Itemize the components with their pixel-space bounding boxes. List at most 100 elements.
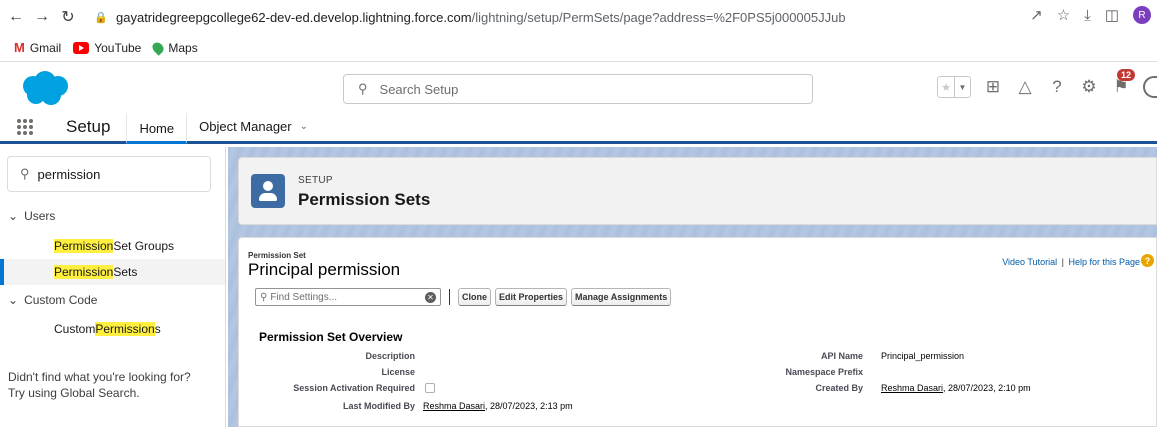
search-placeholder: Search Setup (379, 81, 459, 97)
browser-actions: ↗ ☆ ⤓ ◫ R (1030, 6, 1151, 24)
search-icon: ⚲ (20, 166, 30, 181)
search-highlight: Permission (54, 239, 114, 253)
chevron-down-icon[interactable]: ⌄ (300, 121, 308, 132)
toolbar-divider (449, 289, 450, 305)
created-by-label: Created By (815, 383, 863, 393)
api-name-value: Principal_permission (881, 351, 965, 361)
favorite-star-icon[interactable]: ★ (938, 77, 954, 97)
search-icon: ⚲ (358, 81, 368, 96)
video-tutorial-link[interactable]: Video Tutorial (1002, 257, 1057, 267)
chevron-down-icon: ⌄ (8, 293, 19, 307)
back-arrow-icon[interactable]: ← (6, 7, 26, 27)
main-content: SETUP Permission Sets Permission Set Pri… (228, 147, 1157, 427)
sidebar-item-permission-sets[interactable]: Permission Sets (0, 259, 225, 285)
tab-object-manager[interactable]: Object Manager ⌄ (187, 112, 320, 141)
last-modified-value: Reshma Dasari, 28/07/2023, 2:13 pm (423, 401, 573, 411)
chevron-down-icon: ⌄ (8, 209, 19, 223)
find-settings-input[interactable]: ⚲ Find Settings... ✕ (255, 288, 441, 306)
trailhead-icon[interactable]: △ (1015, 77, 1035, 97)
bookmark-gmail[interactable]: M Gmail (14, 40, 61, 55)
created-by-date: , 28/07/2023, 2:10 pm (943, 383, 1031, 393)
tab-home[interactable]: Home (126, 112, 188, 144)
link-separator: | (1061, 257, 1064, 267)
not-found-line: Try using Global Search. (8, 386, 140, 400)
user-icon (251, 174, 285, 208)
gmail-icon: M (14, 40, 25, 55)
license-label: License (381, 367, 415, 377)
setup-sidebar: ⚲ permission ⌄ Users Permission Set Grou… (0, 147, 226, 427)
bookmark-label: Maps (168, 40, 198, 55)
tab-label: Object Manager (199, 119, 292, 134)
profile-avatar[interactable]: R (1133, 6, 1151, 24)
help-question-icon[interactable]: ? (1141, 254, 1154, 267)
overview-section-title: Permission Set Overview (259, 330, 403, 344)
record-type-label: Permission Set (248, 251, 306, 260)
side-panel-icon[interactable]: ◫ (1105, 6, 1119, 24)
page-title: Permission Sets (298, 190, 431, 209)
favorites-group[interactable]: ★ ▼ (937, 76, 971, 98)
notifications-bell-icon[interactable]: ⚑ 12 (1111, 69, 1136, 97)
help-icon[interactable]: ? (1047, 77, 1067, 97)
record-title: Principal permission (248, 260, 401, 279)
header-utility-icons: ★ ▼ ⊞ △ ? ⚙ ⚑ 12 (937, 69, 1157, 98)
address-bar[interactable]: 🔒 gayatridegreepgcollege62-dev-ed.develo… (90, 4, 1110, 30)
reload-icon[interactable]: ↻ (58, 7, 78, 27)
page-eyebrow: SETUP (298, 175, 333, 186)
global-search-input[interactable]: ⚲ Search Setup (343, 74, 813, 104)
app-name: Setup (66, 116, 111, 136)
global-actions-icon[interactable]: ⊞ (983, 77, 1003, 97)
youtube-icon (73, 41, 90, 54)
bookmark-label: YouTube (94, 40, 142, 55)
session-activation-checkbox (425, 383, 435, 393)
api-name-label: API Name (820, 351, 863, 361)
page-header: SETUP Permission Sets (238, 157, 1157, 225)
created-by-user-link[interactable]: Reshma Dasari (881, 383, 943, 393)
sidebar-item-label: Custom (54, 322, 96, 336)
tree-group-custom-code[interactable]: ⌄ Custom Code (8, 293, 97, 307)
last-modified-label: Last Modified By (342, 401, 415, 411)
bookmarks-bar: M Gmail YouTube Maps (0, 34, 1157, 62)
not-found-line: Didn't find what you're looking for? (8, 370, 191, 384)
last-modified-date: , 28/07/2023, 2:13 pm (485, 401, 573, 411)
tab-label: Home (139, 120, 175, 136)
context-bar: Setup Home Object Manager ⌄ (0, 112, 1157, 144)
edit-properties-button[interactable]: Edit Properties (495, 288, 568, 306)
permission-set-detail: Permission Set Principal permission Vide… (238, 237, 1157, 427)
lock-icon: 🔒 (94, 11, 108, 24)
find-settings-placeholder: Find Settings... (270, 291, 338, 303)
quick-find-input[interactable]: ⚲ permission (7, 156, 211, 192)
favorites-dropdown-icon[interactable]: ▼ (954, 77, 970, 97)
user-avatar[interactable] (1143, 76, 1157, 98)
sidebar-item-custom-permissions[interactable]: Custom Permission s (0, 316, 225, 342)
tree-group-users[interactable]: ⌄ Users (8, 209, 55, 223)
created-by-value: Reshma Dasari, 28/07/2023, 2:10 pm (881, 383, 1031, 393)
clear-icon[interactable]: ✕ (425, 292, 436, 303)
quick-find-value: permission (37, 166, 101, 182)
app-launcher-icon[interactable] (0, 112, 50, 141)
search-icon: ⚲ (260, 291, 268, 303)
help-page-link[interactable]: Help for this Page (1068, 257, 1140, 267)
forward-arrow-icon[interactable]: → (32, 7, 52, 27)
url-text: gayatridegreepgcollege62-dev-ed.develop.… (116, 10, 846, 25)
manage-assignments-button[interactable]: Manage Assignments (571, 288, 672, 306)
search-highlight: Permission (54, 265, 114, 279)
share-icon[interactable]: ↗ (1030, 6, 1043, 24)
not-found-hint: Didn't find what you're looking for? Try… (8, 369, 208, 401)
bookmark-youtube[interactable]: YouTube (73, 41, 141, 55)
detail-toolbar: ⚲ Find Settings... ✕ Clone Edit Properti… (255, 288, 672, 306)
last-modified-user-link[interactable]: Reshma Dasari (423, 401, 485, 411)
salesforce-logo-icon[interactable] (18, 70, 72, 106)
clone-button[interactable]: Clone (458, 288, 492, 306)
description-label: Description (365, 351, 415, 361)
bookmark-label: Gmail (29, 40, 62, 55)
session-activation-label: Session Activation Required (293, 383, 415, 393)
download-icon[interactable]: ⤓ (1084, 7, 1091, 24)
setup-gear-icon[interactable]: ⚙ (1079, 77, 1099, 97)
sidebar-item-label: Sets (113, 265, 138, 279)
sidebar-item-permission-set-groups[interactable]: Permission Set Groups (0, 233, 225, 259)
global-header: ⚲ Search Setup ★ ▼ ⊞ △ ? ⚙ ⚑ 12 (0, 62, 1157, 112)
url-path: /lightning/setup/PermSets/page?address=%… (471, 9, 846, 25)
bookmark-star-icon[interactable]: ☆ (1057, 6, 1070, 24)
bookmark-maps[interactable]: Maps (150, 39, 198, 56)
browser-toolbar: ← → ↻ 🔒 gayatridegreepgcollege62-dev-ed.… (0, 0, 1157, 34)
